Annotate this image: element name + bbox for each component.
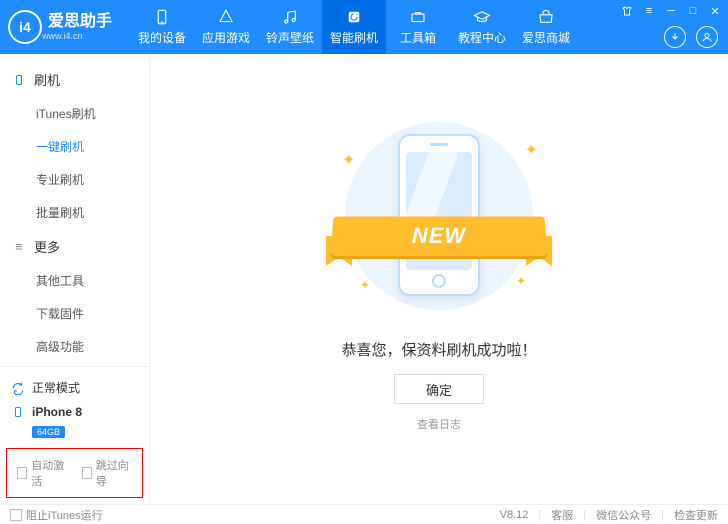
app-body: 刷机 iTunes刷机 一键刷机 专业刷机 批量刷机 ≡ 更多 其他工具 下载固… [0, 54, 728, 504]
nav-toolbox[interactable]: 工具箱 [386, 0, 450, 54]
app-logo: i4 爱思助手 www.i4.cn [8, 10, 112, 44]
view-log-link[interactable]: 查看日志 [417, 416, 461, 432]
nav-label: 教程中心 [458, 29, 506, 46]
nav-smart-flash[interactable]: 智能刷机 [322, 0, 386, 54]
checkbox-icon [10, 509, 22, 521]
refresh-icon [345, 8, 363, 26]
sidebar-item-download-firmware[interactable]: 下载固件 [0, 297, 149, 330]
nav-ringtones[interactable]: 铃声壁纸 [258, 0, 322, 54]
maximize-icon[interactable]: □ [686, 4, 700, 18]
nav-store[interactable]: 爱思商城 [514, 0, 578, 54]
phone-tiny-icon [10, 404, 26, 420]
close-icon[interactable]: ✕ [708, 4, 722, 18]
separator: | [583, 509, 586, 521]
group-label: 刷机 [34, 70, 60, 89]
checkbox-label: 自动激活 [31, 457, 67, 489]
sidebar: 刷机 iTunes刷机 一键刷机 专业刷机 批量刷机 ≡ 更多 其他工具 下载固… [0, 54, 150, 504]
status-bar: 阻止iTunes运行 V8.12 | 客服 | 微信公众号 | 检查更新 [0, 504, 728, 524]
main-nav: 我的设备 应用游戏 铃声壁纸 智能刷机 工具箱 教程中心 爱思商城 [130, 0, 578, 54]
nav-label: 铃声壁纸 [266, 29, 314, 46]
checkbox-block-itunes[interactable]: 阻止iTunes运行 [10, 507, 103, 523]
nav-tutorials[interactable]: 教程中心 [450, 0, 514, 54]
success-illustration: ✦ ✦ ✦ ✦ NEW [334, 116, 544, 321]
separator: | [538, 509, 541, 521]
graduation-icon [473, 8, 491, 26]
nav-label: 工具箱 [400, 29, 436, 46]
sidebar-group-more[interactable]: ≡ 更多 [0, 229, 149, 264]
store-icon [537, 8, 555, 26]
support-link[interactable]: 客服 [551, 507, 573, 523]
highlighted-options: 自动激活 跳过向导 [6, 448, 143, 498]
nav-label: 智能刷机 [330, 29, 378, 46]
window-controls: ≡ ─ □ ✕ [620, 4, 722, 18]
checkbox-label: 阻止iTunes运行 [26, 507, 103, 523]
checkbox-icon [17, 467, 27, 479]
phone-small-icon [12, 73, 26, 87]
wechat-link[interactable]: 微信公众号 [596, 507, 651, 523]
success-message: 恭喜您，保资料刷机成功啦！ [341, 339, 536, 360]
group-label: 更多 [34, 237, 60, 256]
phone-icon [153, 8, 171, 26]
sidebar-item-advanced[interactable]: 高级功能 [0, 330, 149, 363]
sidebar-item-batch-flash[interactable]: 批量刷机 [0, 196, 149, 229]
check-update-link[interactable]: 检查更新 [674, 507, 718, 523]
nav-apps-games[interactable]: 应用游戏 [194, 0, 258, 54]
toolbox-icon [409, 8, 427, 26]
shirt-icon[interactable] [620, 4, 634, 18]
app-title: 爱思助手 [48, 13, 112, 31]
user-button[interactable] [696, 26, 718, 48]
minimize-icon[interactable]: ─ [664, 4, 678, 18]
sidebar-item-other-tools[interactable]: 其他工具 [0, 264, 149, 297]
download-button[interactable] [664, 26, 686, 48]
checkbox-skip-wizard[interactable]: 跳过向导 [82, 457, 133, 489]
nav-label: 应用游戏 [202, 29, 250, 46]
nav-label: 爱思商城 [522, 29, 570, 46]
main-content: ✦ ✦ ✦ ✦ NEW 恭喜您，保资料刷机成功啦！ 确定 查看日志 [150, 54, 728, 504]
nav-my-device[interactable]: 我的设备 [130, 0, 194, 54]
logo-icon: i4 [8, 10, 42, 44]
storage-badge: 64GB [32, 426, 65, 438]
header-right [664, 26, 718, 48]
device-name: iPhone 8 [32, 405, 82, 419]
device-mode-row[interactable]: 正常模式 [10, 375, 139, 400]
nav-label: 我的设备 [138, 29, 186, 46]
mode-label: 正常模式 [32, 379, 80, 396]
titlebar: i4 爱思助手 www.i4.cn 我的设备 应用游戏 铃声壁纸 智能刷机 工具… [0, 0, 728, 54]
sidebar-item-itunes-flash[interactable]: iTunes刷机 [0, 97, 149, 130]
ok-button[interactable]: 确定 [394, 374, 484, 404]
refresh-small-icon [10, 380, 26, 396]
ribbon-text: NEW [412, 223, 467, 249]
menu-icon[interactable]: ≡ [642, 4, 656, 18]
logo-letters: i4 [19, 19, 31, 35]
checkbox-auto-activate[interactable]: 自动激活 [17, 457, 68, 489]
sidebar-device-panel: 正常模式 iPhone 8 64GB [0, 366, 149, 444]
sidebar-group-flash[interactable]: 刷机 [0, 62, 149, 97]
separator: | [661, 509, 664, 521]
checkbox-label: 跳过向导 [96, 457, 132, 489]
sidebar-item-pro-flash[interactable]: 专业刷机 [0, 163, 149, 196]
sidebar-item-oneclick-flash[interactable]: 一键刷机 [0, 130, 149, 163]
menu-small-icon: ≡ [12, 239, 26, 254]
app-url: www.i4.cn [42, 31, 112, 41]
appstore-icon [217, 8, 235, 26]
checkbox-icon [82, 467, 92, 479]
device-row[interactable]: iPhone 8 [10, 400, 139, 424]
version-label: V8.12 [500, 509, 529, 521]
ringtone-icon [281, 8, 299, 26]
